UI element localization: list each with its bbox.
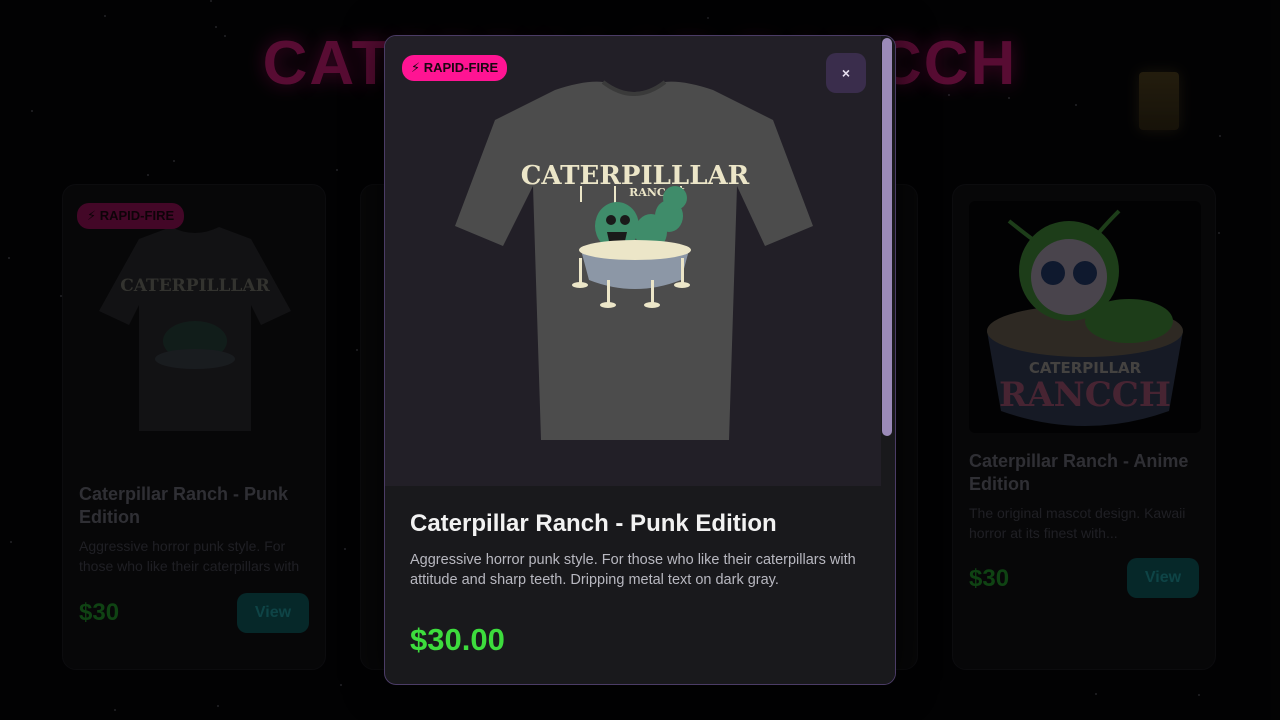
modal-product-price: $30.00 bbox=[410, 622, 505, 657]
modal-scrollbar[interactable] bbox=[881, 36, 895, 684]
scrollbar-thumb[interactable] bbox=[882, 38, 892, 436]
product-modal: CATERPILLLAR RANCCH ⚡ RAPID-FIRE × Cater… bbox=[384, 35, 896, 685]
modal-product-description: Aggressive horror punk style. For those … bbox=[410, 552, 856, 588]
modal-product-title: Caterpillar Ranch - Punk Edition bbox=[410, 510, 777, 537]
rapid-fire-badge: ⚡ RAPID-FIRE bbox=[402, 55, 508, 81]
close-button[interactable]: × bbox=[826, 53, 866, 93]
product-image-large: CATERPILLLAR RANCCH bbox=[385, 36, 883, 486]
close-icon: × bbox=[841, 65, 851, 81]
